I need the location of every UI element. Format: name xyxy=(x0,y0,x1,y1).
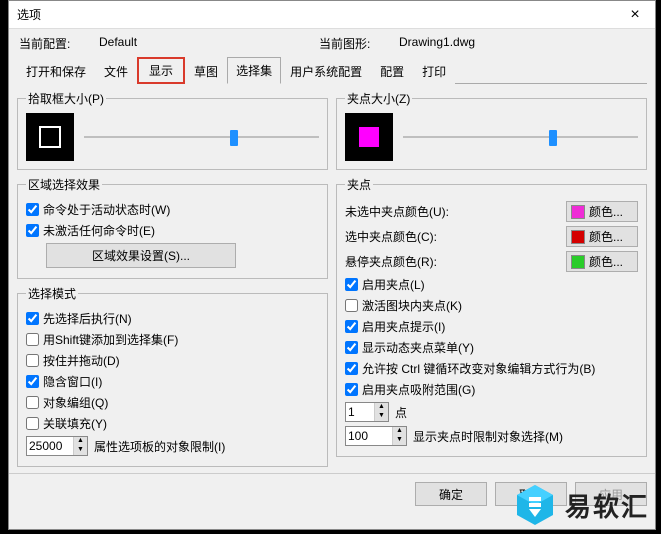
window-title: 选项 xyxy=(17,6,41,23)
slider-thumb[interactable] xyxy=(230,130,238,146)
chk-no-cmd-active[interactable]: 未激活任何命令时(E) xyxy=(26,220,319,241)
dot-spinner[interactable]: ▲▼ xyxy=(345,402,389,422)
logo-text: 易软汇 xyxy=(565,487,649,524)
chk-snap-range[interactable]: 启用夹点吸附范围(G) xyxy=(345,379,638,400)
unsel-color-swatch xyxy=(571,205,585,219)
chk-enable-grip[interactable]: 启用夹点(L) xyxy=(345,274,638,295)
hover-color-button[interactable]: 颜色... xyxy=(566,251,638,272)
dot-label: 点 xyxy=(395,404,407,421)
tab-user-system[interactable]: 用户系统配置 xyxy=(281,58,371,84)
sel-color-swatch xyxy=(571,230,585,244)
pickbox-slider[interactable] xyxy=(84,128,319,146)
ok-button[interactable]: 确定 xyxy=(415,482,487,506)
chk-cmd-active[interactable]: 命令处于活动状态时(W) xyxy=(26,199,319,220)
grip-square-icon xyxy=(358,126,380,148)
group-region-effect: 区域选择效果 命令处于活动状态时(W) 未激活任何命令时(E) 区域效果设置(S… xyxy=(17,176,328,279)
left-column: 拾取框大小(P) 区域选择效果 命令处于活动状态时(W) xyxy=(17,90,328,467)
titlebar: 选项 × xyxy=(9,1,655,29)
legend-gripsize: 夹点大小(Z) xyxy=(345,90,412,107)
value-current-drawing: Drawing1.dwg xyxy=(399,35,475,52)
label-unsel-color: 未选中夹点颜色(U): xyxy=(345,203,449,220)
spinner-down-icon[interactable]: ▼ xyxy=(74,446,87,455)
hover-color-swatch xyxy=(571,255,585,269)
spinner-up-icon[interactable]: ▲ xyxy=(74,437,87,446)
tab-selection[interactable]: 选择集 xyxy=(227,57,281,84)
tab-file[interactable]: 文件 xyxy=(95,58,137,84)
chk-ctrl-cycle[interactable]: 允许按 Ctrl 键循环改变对象编辑方式行为(B) xyxy=(345,358,638,379)
group-grip-size: 夹点大小(Z) xyxy=(336,90,647,170)
spinner-down-icon[interactable]: ▼ xyxy=(393,436,406,445)
group-select-mode: 选择模式 先选择后执行(N) 用Shift键添加到选择集(F) 按住并拖动(D)… xyxy=(17,285,328,467)
chk-no-cmd-active-input[interactable] xyxy=(26,224,39,237)
grip-limit-spinner[interactable]: ▲▼ xyxy=(345,426,407,446)
options-dialog: 选项 × 当前配置: Default 当前图形: Drawing1.dwg 打开… xyxy=(8,0,656,530)
logo-icon xyxy=(513,483,557,527)
gripsize-slider[interactable] xyxy=(403,128,638,146)
value-current-config: Default xyxy=(99,35,319,52)
info-row: 当前配置: Default 当前图形: Drawing1.dwg xyxy=(9,29,655,56)
right-column: 夹点大小(Z) 夹点 未选中夹点颜色(U): xyxy=(336,90,647,467)
tab-sketch[interactable]: 草图 xyxy=(185,58,227,84)
legend-grip: 夹点 xyxy=(345,176,373,193)
slider-thumb[interactable] xyxy=(549,130,557,146)
tab-config[interactable]: 配置 xyxy=(371,58,413,84)
spinner-up-icon[interactable]: ▲ xyxy=(375,403,388,412)
chk-grip-tip[interactable]: 启用夹点提示(I) xyxy=(345,316,638,337)
legend-pickbox: 拾取框大小(P) xyxy=(26,90,106,107)
limit-input[interactable] xyxy=(27,437,73,455)
label-current-config: 当前配置: xyxy=(19,35,99,52)
label-sel-color: 选中夹点颜色(C): xyxy=(345,228,437,245)
tab-display[interactable]: 显示 xyxy=(137,57,185,84)
chk-implied-win[interactable]: 隐含窗口(I) xyxy=(26,371,319,392)
chk-grip-in-block[interactable]: 激活图块内夹点(K) xyxy=(345,295,638,316)
dot-input[interactable] xyxy=(346,403,374,421)
grip-limit-input[interactable] xyxy=(346,427,392,445)
spinner-down-icon[interactable]: ▼ xyxy=(375,412,388,421)
pickbox-preview xyxy=(26,113,74,161)
group-pickbox-size: 拾取框大小(P) xyxy=(17,90,328,170)
limit-spinner[interactable]: ▲▼ xyxy=(26,436,88,456)
tab-strip: 打开和保存 文件 显示 草图 选择集 用户系统配置 配置 打印 xyxy=(9,56,655,83)
sel-color-button[interactable]: 颜色... xyxy=(566,226,638,247)
label-hover-color: 悬停夹点颜色(R): xyxy=(345,253,437,270)
unsel-color-button[interactable]: 颜色... xyxy=(566,201,638,222)
chk-press-drag[interactable]: 按住并拖动(D) xyxy=(26,350,319,371)
pickbox-square-icon xyxy=(39,126,61,148)
content-area: 拾取框大小(P) 区域选择效果 命令处于活动状态时(W) xyxy=(9,84,655,467)
region-settings-button[interactable]: 区域效果设置(S)... xyxy=(46,243,236,268)
chk-pre-exec[interactable]: 先选择后执行(N) xyxy=(26,308,319,329)
chk-dynamic-menu[interactable]: 显示动态夹点菜单(Y) xyxy=(345,337,638,358)
close-icon[interactable]: × xyxy=(615,1,655,29)
watermark-logo: 易软汇 xyxy=(513,483,649,527)
chk-cmd-active-input[interactable] xyxy=(26,203,39,216)
group-grip: 夹点 未选中夹点颜色(U): 颜色... 选中夹点颜色(C): 颜色... xyxy=(336,176,647,457)
legend-mode: 选择模式 xyxy=(26,285,78,302)
legend-region: 区域选择效果 xyxy=(26,176,102,193)
limit-label: 属性选项板的对象限制(I) xyxy=(94,438,225,455)
chk-obj-group[interactable]: 对象编组(Q) xyxy=(26,392,319,413)
spinner-up-icon[interactable]: ▲ xyxy=(393,427,406,436)
tab-open-save[interactable]: 打开和保存 xyxy=(17,58,95,84)
label-current-drawing: 当前图形: xyxy=(319,35,399,52)
tab-print[interactable]: 打印 xyxy=(413,58,455,84)
chk-assoc-fill[interactable]: 关联填充(Y) xyxy=(26,413,319,434)
chk-shift-add[interactable]: 用Shift键添加到选择集(F) xyxy=(26,329,319,350)
grip-limit-label: 显示夹点时限制对象选择(M) xyxy=(413,428,563,445)
grip-preview xyxy=(345,113,393,161)
